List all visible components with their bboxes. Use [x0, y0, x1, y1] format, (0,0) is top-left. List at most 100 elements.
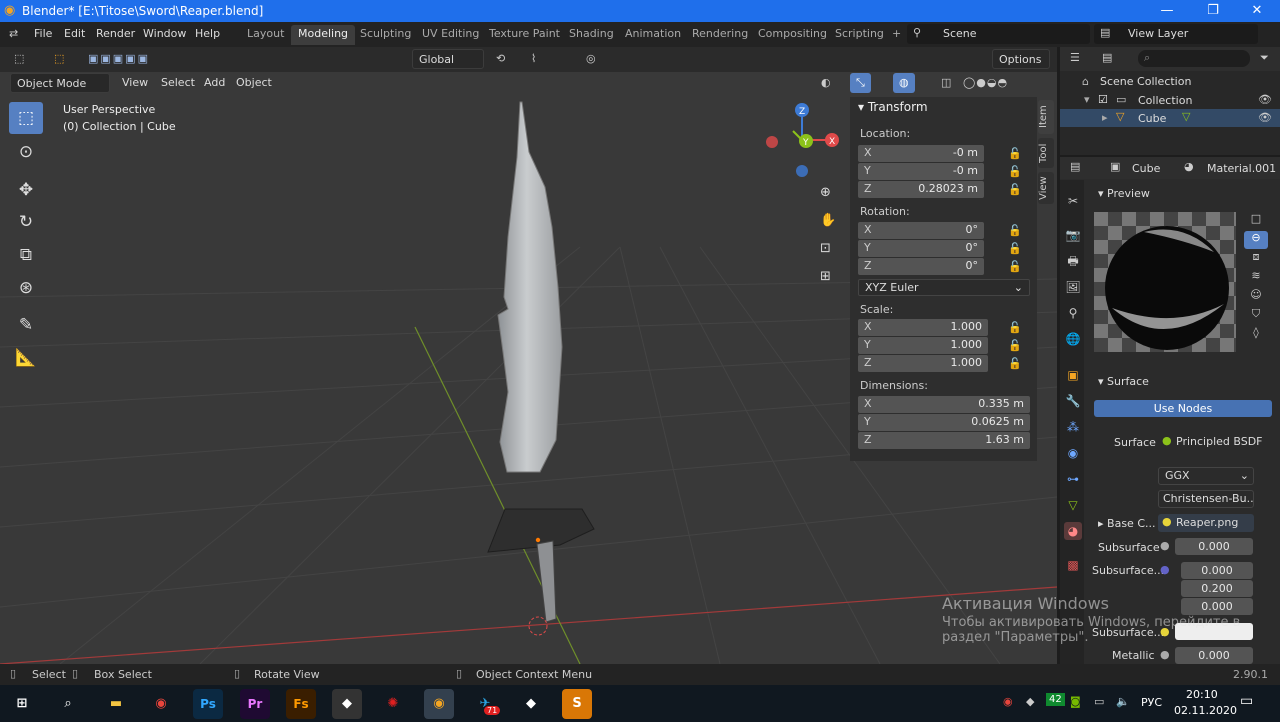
taskbar-date[interactable]: 02.11.2020	[1174, 704, 1237, 717]
particles-properties-icon[interactable]: ⁂	[1064, 418, 1082, 436]
subsurface-method-dropdown[interactable]: Christensen-Bu...	[1158, 490, 1254, 508]
blender-menu-icon[interactable]: ⇄	[9, 27, 18, 40]
tab-layout[interactable]: Layout	[240, 25, 291, 45]
lock-icon[interactable]: 🔓	[1008, 147, 1022, 160]
tray-counter-badge[interactable]: 42	[1046, 693, 1065, 706]
tray-app-icon[interactable]: ◉	[1003, 695, 1013, 708]
transform-tool-icon[interactable]: ⊛	[9, 272, 43, 304]
menu-file[interactable]: File	[34, 27, 52, 40]
rotation-mode-dropdown[interactable]: XYZ Euler ⌄	[858, 279, 1030, 296]
menu-view[interactable]: View	[116, 73, 154, 93]
editor-type-icon[interactable]: ⬚	[8, 49, 30, 69]
rotation-x-field[interactable]: X 0°	[858, 222, 984, 239]
notifications-icon[interactable]: ▭	[1240, 693, 1253, 709]
measure-tool-icon[interactable]: 📐	[9, 342, 43, 374]
menu-object[interactable]: Object	[230, 73, 278, 93]
lock-icon[interactable]: 🔓	[1008, 165, 1022, 178]
menu-render[interactable]: Render	[96, 27, 135, 40]
eye-icon[interactable]: 👁	[1258, 111, 1272, 124]
scene-selector[interactable]: ⚲ Scene	[907, 24, 1090, 44]
dimension-x-field[interactable]: X 0.335 m	[858, 396, 1030, 413]
scale-tool-icon[interactable]: ⧉	[9, 239, 43, 271]
eye-icon[interactable]: 👁	[1258, 93, 1272, 106]
sidebar-tab-tool[interactable]: Tool	[1038, 138, 1054, 168]
distribution-dropdown[interactable]: GGX ⌄	[1158, 467, 1254, 485]
nvidia-icon[interactable]: ◙	[1070, 695, 1081, 708]
outliner-filter-mode-icon[interactable]: ▤	[1102, 51, 1112, 64]
collection-checkbox-icon[interactable]: ☑	[1098, 93, 1108, 106]
taskbar-time[interactable]: 20:10	[1186, 688, 1218, 701]
output-properties-icon[interactable]: 🖶	[1064, 252, 1082, 270]
selection-mode-icons[interactable]: ▣▣▣▣▣	[82, 49, 156, 69]
sidebar-tab-item[interactable]: Item	[1038, 100, 1054, 134]
tab-modeling[interactable]: Modeling	[291, 25, 356, 45]
physics-properties-icon[interactable]: ◉	[1064, 444, 1082, 462]
tab-uv-editing[interactable]: UV Editing	[415, 25, 486, 45]
visibility-icon[interactable]: ◐	[815, 73, 837, 93]
lock-icon[interactable]: 🔓	[1008, 224, 1022, 237]
view-layer-selector[interactable]: ▤ View Layer	[1094, 24, 1258, 44]
sphere-icon[interactable]: ⊖	[1244, 231, 1268, 249]
object-mode-dropdown[interactable]: Object Mode	[10, 73, 110, 93]
ortho-grid-icon[interactable]: ⊞	[820, 269, 838, 287]
cursor-tool-icon[interactable]: ⊙	[9, 136, 43, 168]
monkey-icon[interactable]: ☺	[1244, 288, 1268, 306]
hair-icon[interactable]: ≋	[1244, 269, 1268, 287]
tool-settings-icon[interactable]: ✂	[1064, 192, 1082, 210]
surface-panel-header[interactable]: ▾ Surface	[1098, 375, 1149, 388]
lock-icon[interactable]: 🔓	[1008, 339, 1022, 352]
transform-header[interactable]: ▾ Transform	[858, 100, 928, 114]
scale-y-field[interactable]: Y 1.000	[858, 337, 988, 354]
outliner-cube[interactable]: Cube	[1138, 112, 1166, 125]
base-color-label[interactable]: ▸ Base C...	[1098, 517, 1155, 530]
render-properties-icon[interactable]: 📷	[1064, 226, 1082, 244]
camera-icon[interactable]: ⊡	[820, 241, 838, 259]
close-button[interactable]: ✕	[1234, 0, 1280, 22]
location-z-field[interactable]: Z 0.28023 m	[858, 181, 984, 198]
view-layer-properties-icon[interactable]: 🖼	[1064, 278, 1082, 296]
gizmo-toggle-icon[interactable]: ⤡	[850, 73, 871, 93]
use-nodes-button[interactable]: Use Nodes	[1094, 400, 1272, 417]
search-icon[interactable]: ⌕	[53, 689, 83, 719]
outliner-filter-icon[interactable]: ⏷	[1260, 51, 1269, 65]
cube-expand-icon[interactable]: ▸	[1102, 111, 1108, 124]
outliner-scene-collection[interactable]: Scene Collection	[1100, 75, 1191, 88]
premiere-icon[interactable]: Pr	[240, 689, 270, 719]
tab-rendering[interactable]: Rendering	[685, 25, 755, 45]
zoom-icon[interactable]: ⊕	[820, 185, 838, 203]
proportional-edit-icon[interactable]: ◎	[580, 49, 602, 69]
tab-animation[interactable]: Animation	[618, 25, 688, 45]
outliner-editor-icon[interactable]: ☰	[1070, 51, 1080, 64]
rotate-tool-icon[interactable]: ↻	[9, 206, 43, 238]
options-dropdown[interactable]: Options	[992, 49, 1050, 69]
lock-icon[interactable]: 🔓	[1008, 183, 1022, 196]
sublime-icon[interactable]: S	[562, 689, 592, 719]
minimize-button[interactable]: —	[1144, 0, 1190, 22]
maximize-button[interactable]: ❐	[1190, 0, 1236, 22]
orientation-dropdown[interactable]: Global	[412, 49, 484, 69]
red-app-icon[interactable]: ✺	[378, 689, 408, 719]
language-indicator[interactable]: РУС	[1141, 696, 1162, 709]
add-workspace-button[interactable]: +	[885, 25, 908, 45]
mesh-data-properties-icon[interactable]: ▽	[1064, 496, 1082, 514]
pivot-icon[interactable]: ⟲	[490, 49, 511, 69]
outliner-collection[interactable]: Collection	[1138, 94, 1192, 107]
file-explorer-icon[interactable]: ▬	[101, 689, 131, 719]
scale-z-field[interactable]: Z 1.000	[858, 355, 988, 372]
rotation-z-field[interactable]: Z 0°	[858, 258, 984, 275]
location-y-field[interactable]: Y -0 m	[858, 163, 984, 180]
fluid-icon[interactable]: ◊	[1244, 326, 1268, 344]
snap-icon[interactable]: ⌇	[525, 49, 542, 69]
menu-window[interactable]: Window	[143, 27, 186, 40]
tray-unity-icon[interactable]: ◆	[1026, 695, 1034, 708]
menu-add[interactable]: Add	[198, 73, 231, 93]
xray-icon[interactable]: ◫	[935, 73, 957, 93]
surface-shader-selector[interactable]: ● Principled BSDF	[1158, 433, 1272, 451]
tab-shading[interactable]: Shading	[562, 25, 621, 45]
tab-texture-paint[interactable]: Texture Paint	[482, 25, 567, 45]
object-properties-icon[interactable]: ▣	[1064, 366, 1082, 384]
material-properties-icon[interactable]: ◕	[1064, 522, 1082, 540]
location-x-field[interactable]: X -0 m	[858, 145, 984, 162]
network-icon[interactable]: ▭	[1094, 695, 1104, 708]
outliner-cube-row[interactable]	[1060, 109, 1280, 127]
